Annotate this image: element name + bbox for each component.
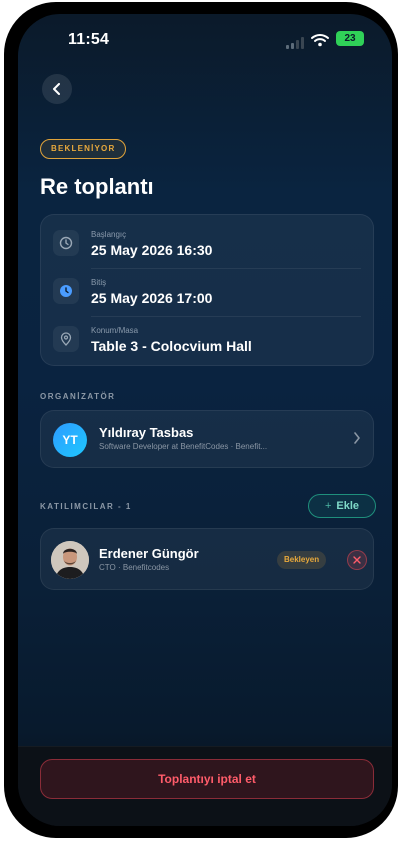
participant-name: Erdener Güngör (99, 546, 199, 561)
meeting-info-card: Başlangıç 25 May 2026 16:30 Bitiş 25 May… (40, 214, 374, 366)
organizer-section-label: ORGANİZATÖR (40, 392, 116, 401)
avatar (51, 541, 89, 579)
signal-icon (286, 37, 308, 49)
location-pin-icon (53, 326, 79, 352)
end-row: Bitiş 25 May 2026 17:00 (41, 269, 373, 315)
back-button[interactable] (42, 74, 72, 104)
remove-participant-button[interactable] (347, 550, 367, 570)
location-value: Table 3 - Colocvium Hall (91, 338, 252, 354)
clock-filled-icon (53, 278, 79, 304)
chevron-right-icon (354, 432, 360, 444)
status-badge: Bekleyen (277, 551, 327, 569)
start-row: Başlangıç 25 May 2026 16:30 (41, 221, 373, 267)
status-bar: 11:54 23 (18, 14, 392, 64)
add-button-label: Ekle (336, 500, 360, 512)
end-label: Bitiş (91, 278, 107, 287)
participant-subtitle: CTO · Benefitcodes (99, 563, 170, 572)
add-participant-button[interactable]: + Ekle (308, 494, 376, 518)
wifi-icon (311, 34, 329, 47)
screen: 11:54 23 BEKLENİYOR Re toplantı Başlangı… (18, 14, 392, 826)
participants-section-label: KATILIMCILAR - 1 (40, 502, 132, 511)
location-label: Konum/Masa (91, 326, 139, 335)
status-time: 11:54 (68, 31, 110, 48)
organizer-card[interactable]: YT Yıldıray Tasbas Software Developer at… (40, 410, 374, 468)
plus-icon: + (324, 500, 332, 512)
start-value: 25 May 2026 16:30 (91, 242, 213, 258)
organizer-subtitle: Software Developer at BenefitCodes · Ben… (99, 442, 268, 451)
close-icon (353, 556, 361, 564)
end-value: 25 May 2026 17:00 (91, 290, 213, 306)
location-row: Konum/Masa Table 3 - Colocvium Hall (41, 317, 373, 363)
battery-icon: 23 (336, 31, 364, 46)
clock-icon (53, 230, 79, 256)
chevron-left-icon (53, 83, 60, 95)
participant-card: Erdener Güngör CTO · Benefitcodes Bekley… (40, 528, 374, 590)
status-badge: BEKLENİYOR (40, 139, 127, 159)
start-label: Başlangıç (91, 230, 127, 239)
organizer-name: Yıldıray Tasbas (99, 425, 194, 440)
phone-frame: 11:54 23 BEKLENİYOR Re toplantı Başlangı… (4, 2, 398, 838)
cancel-meeting-button[interactable]: Toplantıyı iptal et (40, 759, 374, 799)
page-title: Re toplantı (40, 174, 154, 199)
avatar: YT (53, 423, 87, 457)
